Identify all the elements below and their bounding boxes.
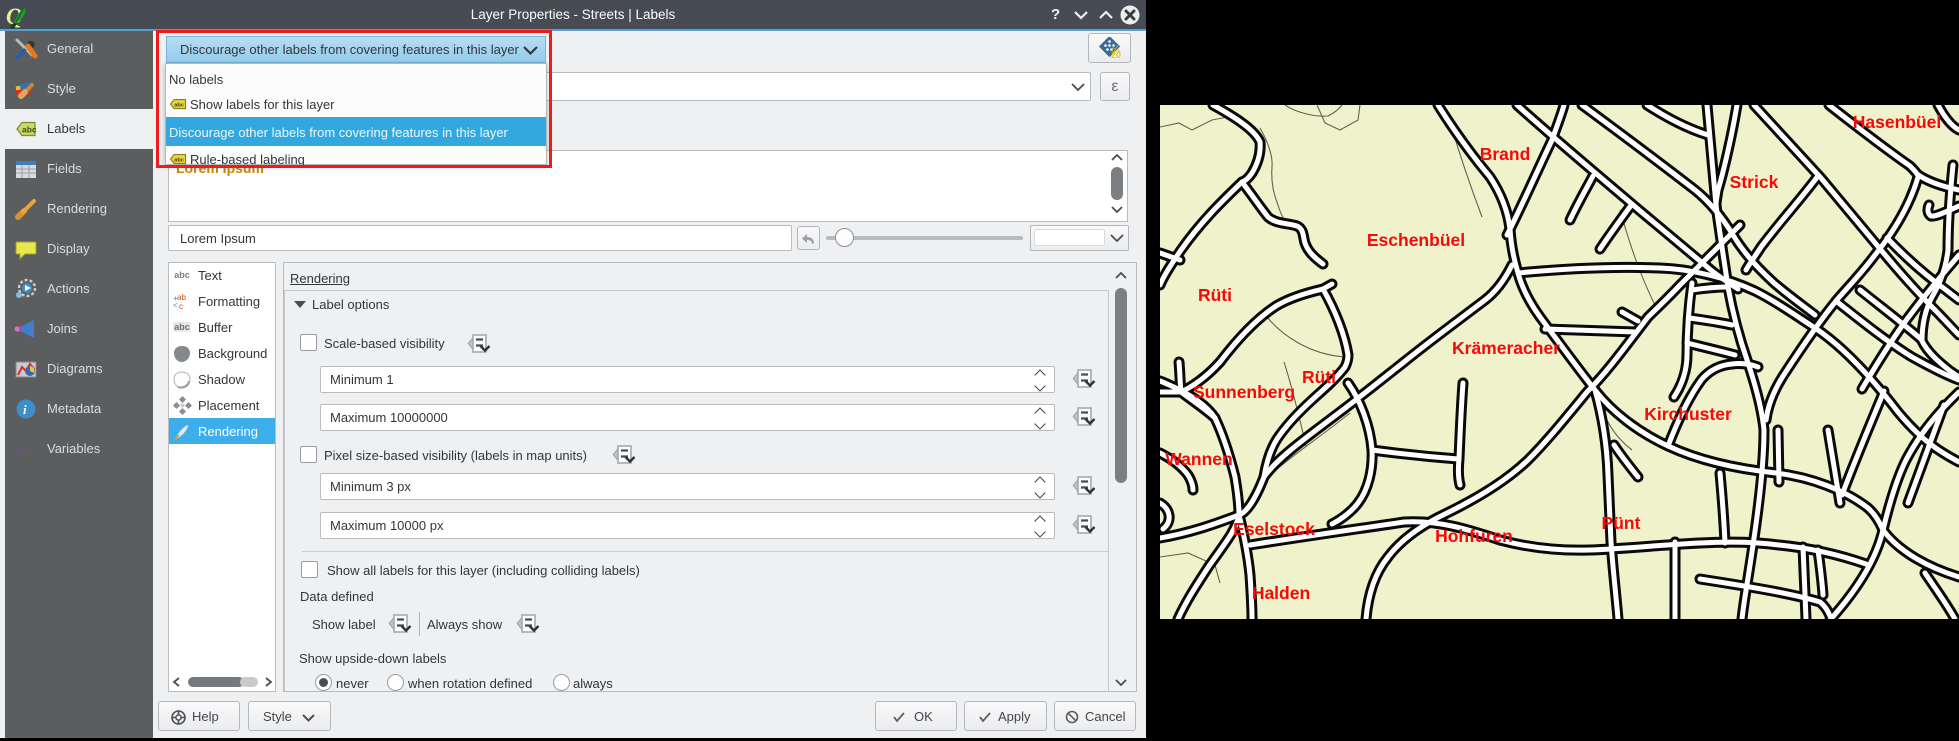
svg-text:Sunnenberg: Sunnenberg (1193, 382, 1295, 402)
svg-text:Rüti: Rüti (1302, 367, 1336, 387)
svg-text:Eschenbüel: Eschenbüel (1367, 230, 1465, 250)
svg-text:Brand: Brand (1480, 144, 1531, 164)
svg-text:Pünt: Pünt (1602, 513, 1641, 533)
svg-text:20: 20 (1111, 50, 1121, 60)
svg-text:Eselstock: Eselstock (1233, 519, 1315, 539)
svg-text:Strick: Strick (1730, 172, 1779, 192)
svg-text:Kirchuster: Kirchuster (1644, 404, 1732, 424)
svg-text:Wannen: Wannen (1165, 449, 1232, 469)
svg-text:ab: ab (177, 293, 186, 302)
svg-text:Halden: Halden (1252, 583, 1310, 603)
svg-text:i: i (23, 402, 27, 417)
svg-text:ε: ε (19, 440, 27, 460)
svg-text:Krämeracher: Krämeracher (1452, 338, 1560, 358)
svg-text:Hasenbüel: Hasenbüel (1853, 112, 1942, 132)
svg-text:Rüti: Rüti (1198, 285, 1232, 305)
svg-text:Hohfuren: Hohfuren (1435, 526, 1513, 546)
svg-text:c: c (179, 302, 183, 310)
svg-text:<: < (173, 301, 178, 310)
svg-text:abc: abc (22, 125, 37, 135)
